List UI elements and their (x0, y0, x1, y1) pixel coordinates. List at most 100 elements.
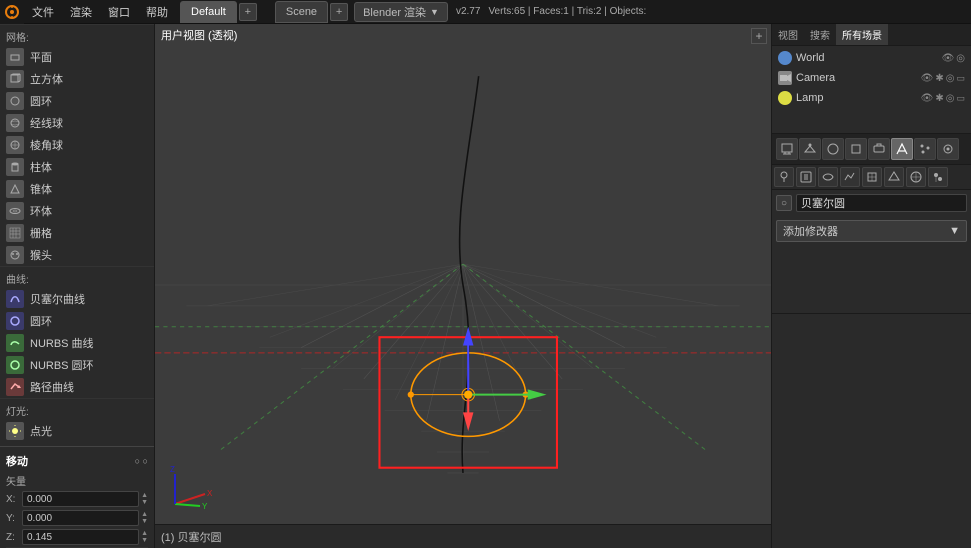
right-panel: 视图 搜索 所有场景 World 👁 ◎ (771, 24, 971, 548)
tool-bezier-curve[interactable]: 贝塞尔曲线 (0, 288, 154, 310)
prop-subtab-3[interactable] (818, 167, 838, 187)
world-render-icon[interactable]: ◎ (956, 53, 965, 64)
tool-icosphere[interactable]: 棱角球 (0, 134, 154, 156)
tool-cube-label: 立方体 (30, 71, 63, 87)
prop-tab-scene[interactable] (799, 138, 821, 160)
modifier-add-button[interactable]: 添加修改器 ▼ (776, 220, 967, 242)
outliner-world[interactable]: World 👁 ◎ (774, 48, 969, 68)
svg-text:Z: Z (170, 465, 175, 474)
transform-panel: 移动 ○ ○ 矢量 X: 0.000 ▲ ▼ Y: 0.000 ▲ (0, 446, 154, 548)
menu-help[interactable]: 帮助 (138, 0, 176, 24)
bezier-curve-icon (6, 290, 24, 308)
x-arrows: ▲ ▼ (141, 492, 148, 506)
menu-render[interactable]: 渲染 (62, 0, 100, 24)
tool-torus-label: 环体 (30, 203, 52, 219)
tool-curve-circle-label: 圆环 (30, 313, 52, 329)
prop-subtab-4[interactable] (840, 167, 860, 187)
menu-file[interactable]: 文件 (24, 0, 62, 24)
blender-icon[interactable] (0, 0, 24, 24)
viewport-add-btn[interactable]: + (751, 28, 767, 44)
world-eye-icon[interactable]: 👁 (942, 53, 955, 64)
y-arrows: ▲ ▼ (141, 511, 148, 525)
x-down-arrow[interactable]: ▼ (141, 499, 148, 506)
prop-tab-object[interactable] (845, 138, 867, 160)
object-name-field[interactable]: 贝塞尔圆 (796, 194, 967, 212)
prop-tab-modifier[interactable] (891, 138, 913, 160)
vector-label: 矢量 (6, 473, 148, 488)
circle-icon (6, 92, 24, 110)
tab-view[interactable]: 视图 (772, 24, 804, 45)
camera-cursor-icon[interactable]: ✱ (935, 73, 943, 84)
nurbs-curve-icon (6, 334, 24, 352)
workspace-tab-default[interactable]: Default (180, 1, 237, 23)
prop-subtab-8[interactable] (928, 167, 948, 187)
prop-tab-world[interactable] (822, 138, 844, 160)
prop-subtab-7[interactable] (906, 167, 926, 187)
viewport-label: 用户视图 (透视) (161, 27, 237, 43)
cone-icon (6, 180, 24, 198)
viewport-3d[interactable]: 用户视图 (透视) + (155, 24, 771, 548)
tool-nurbs-curve-label: NURBS 曲线 (30, 335, 94, 351)
outliner-tabs: 视图 搜索 所有场景 (772, 24, 971, 46)
tool-cylinder[interactable]: 柱体 (0, 156, 154, 178)
x-value[interactable]: 0.000 (22, 491, 139, 507)
prop-tab-render[interactable] (776, 138, 798, 160)
scene-tab-add[interactable]: + (330, 3, 348, 21)
z-value[interactable]: 0.145 (22, 529, 139, 545)
y-down-arrow[interactable]: ▼ (141, 518, 148, 525)
camera-extra-icon: ▭ (956, 73, 965, 84)
modifier-add-label: 添加修改器 (783, 223, 838, 239)
outliner-camera[interactable]: Camera 👁 ✱ ◎ ▭ (774, 68, 969, 88)
tool-monkey[interactable]: 猴头 (0, 244, 154, 266)
tool-torus[interactable]: 环体 (0, 200, 154, 222)
prop-subtab-2[interactable] (796, 167, 816, 187)
lamp-eye-icon[interactable]: 👁 (921, 93, 934, 104)
object-name-row: ○ 贝塞尔圆 (772, 190, 971, 216)
prop-subtab-1[interactable] (774, 167, 794, 187)
tool-grid[interactable]: 栅格 (0, 222, 154, 244)
modifier-section: 添加修改器 ▼ (772, 220, 971, 242)
tab-search[interactable]: 搜索 (804, 24, 836, 45)
render-engine-label: Blender 渲染 (363, 4, 426, 20)
lamp-cursor-icon[interactable]: ✱ (935, 93, 943, 104)
tool-cone[interactable]: 锥体 (0, 178, 154, 200)
prop-tab-particles[interactable] (914, 138, 936, 160)
tool-curve-circle[interactable]: 圆环 (0, 310, 154, 332)
z-down-arrow[interactable]: ▼ (141, 537, 148, 544)
tool-cone-label: 锥体 (30, 181, 52, 197)
tool-nurbs-circle[interactable]: NURBS 圆环 (0, 354, 154, 376)
y-up-arrow[interactable]: ▲ (141, 511, 148, 518)
tool-circle[interactable]: 圆环 (0, 90, 154, 112)
object-type-icon[interactable]: ○ (776, 195, 792, 211)
lamp-render-icon[interactable]: ◎ (946, 93, 955, 104)
prop-subtab-5[interactable] (862, 167, 882, 187)
prop-tab-constraints[interactable] (868, 138, 890, 160)
cube-icon (6, 70, 24, 88)
menu-window[interactable]: 窗口 (100, 0, 138, 24)
tool-nurbs-curve[interactable]: NURBS 曲线 (0, 332, 154, 354)
outliner-lamp[interactable]: Lamp 👁 ✱ ◎ ▭ (774, 88, 969, 108)
prop-subtab-6[interactable] (884, 167, 904, 187)
lamp-label: Lamp (796, 92, 917, 104)
tool-uvsphere[interactable]: 经线球 (0, 112, 154, 134)
camera-eye-icon[interactable]: 👁 (921, 73, 934, 84)
camera-render-icon[interactable]: ◎ (946, 73, 955, 84)
tool-grid-label: 栅格 (30, 225, 52, 241)
x-row: X: 0.000 ▲ ▼ (6, 490, 148, 508)
tab-all-scenes[interactable]: 所有场景 (836, 24, 888, 45)
prop-tab-physics[interactable] (937, 138, 959, 160)
main-layout: 网格: 平面 立方体 圆环 (0, 24, 971, 548)
y-value[interactable]: 0.000 (22, 510, 139, 526)
tool-path-curve[interactable]: 路径曲线 (0, 376, 154, 398)
scene-tab-scene[interactable]: Scene (275, 1, 328, 23)
z-row: Z: 0.145 ▲ ▼ (6, 528, 148, 546)
render-engine-selector[interactable]: Blender 渲染 ▼ (354, 2, 448, 22)
x-up-arrow[interactable]: ▲ (141, 492, 148, 499)
tool-cube[interactable]: 立方体 (0, 68, 154, 90)
tool-plane[interactable]: 平面 (0, 46, 154, 68)
point-light-icon (6, 422, 24, 440)
z-up-arrow[interactable]: ▲ (141, 530, 148, 537)
workspace-tab-add[interactable]: + (239, 3, 257, 21)
tool-point-light[interactable]: 点光 (0, 420, 154, 442)
z-arrows: ▲ ▼ (141, 530, 148, 544)
